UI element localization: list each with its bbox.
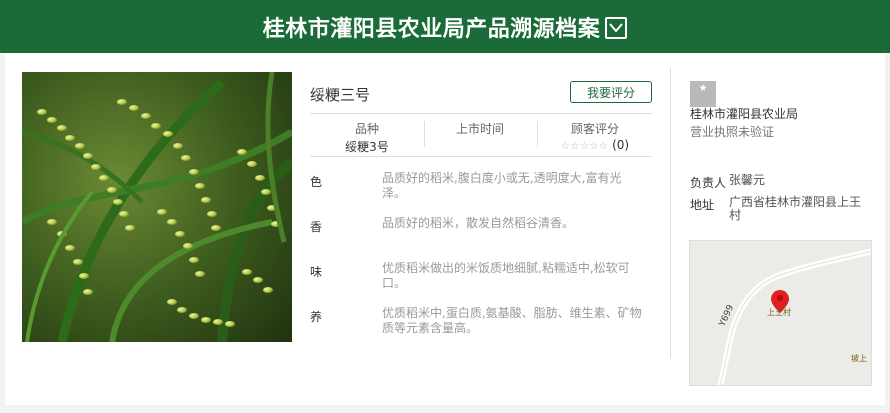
stat-rating: 顾客评分 ☆☆☆☆☆ (0)	[540, 120, 650, 152]
attr-key-aroma: 香	[310, 220, 323, 234]
address-value: 广西省桂林市灌阳县上王村	[729, 195, 862, 222]
attr-value-color: 品质好的稻米,腹白度小或无,透明度大,富有光泽。	[382, 171, 622, 200]
divider	[537, 121, 538, 147]
attr-value-nutrition: 优质稻米中,蛋白质,氨基酸、脂肪、维生素、矿物质等元素含量高。	[382, 306, 642, 335]
divider	[670, 68, 671, 358]
owner-label: 负责人	[690, 176, 727, 190]
attr-value-taste: 优质稻米做出的米饭质地细腻,粘糯适中,松软可口。	[382, 261, 630, 290]
rating-count: (0)	[612, 138, 630, 152]
product-photo	[22, 72, 292, 342]
license-status: 营业执照未验证	[690, 125, 775, 139]
attr-key-taste: 味	[310, 265, 323, 279]
chevron-down-icon[interactable]	[605, 16, 628, 39]
stat-variety: 品种 绥粳3号	[312, 120, 422, 155]
shop-icon: ★	[690, 81, 716, 107]
product-card: 绥粳三号 我要评分 品种 绥粳3号 上市时间 顾客评分 ☆☆☆☆☆ (0) 色 …	[5, 53, 885, 405]
divider	[310, 156, 652, 157]
stat-label: 顾客评分	[570, 122, 619, 136]
address-label: 地址	[690, 198, 715, 212]
map-marker-label: 上王村	[767, 307, 791, 317]
star-rating-icon[interactable]: ☆☆☆☆☆	[561, 141, 608, 152]
attr-key-color: 色	[310, 175, 323, 189]
stat-value: 绥粳3号	[345, 140, 389, 154]
attr-key-nutrition: 养	[310, 310, 323, 324]
page-header: 桂林市灌阳县农业局产品溯源档案	[0, 0, 890, 53]
stat-launch-date: 上市时间	[425, 120, 535, 138]
attr-value-aroma: 品质好的稻米，散发自然稻谷清香。	[382, 216, 575, 230]
divider	[310, 113, 652, 114]
product-name: 绥粳三号	[310, 86, 371, 104]
map-place-label: 坡上	[851, 353, 867, 363]
location-map[interactable]: Y699 上王村 坡上	[689, 240, 872, 386]
shop-name[interactable]: 桂林市灌阳县农业局	[690, 105, 798, 122]
stat-label: 上市时间	[455, 122, 504, 136]
page-title: 桂林市灌阳县农业局产品溯源档案	[262, 16, 601, 42]
owner-name: 张馨元	[729, 173, 766, 187]
rate-button[interactable]: 我要评分	[570, 81, 652, 103]
rating-value: ☆☆☆☆☆ (0)	[540, 138, 650, 152]
stat-label: 品种	[354, 122, 379, 136]
